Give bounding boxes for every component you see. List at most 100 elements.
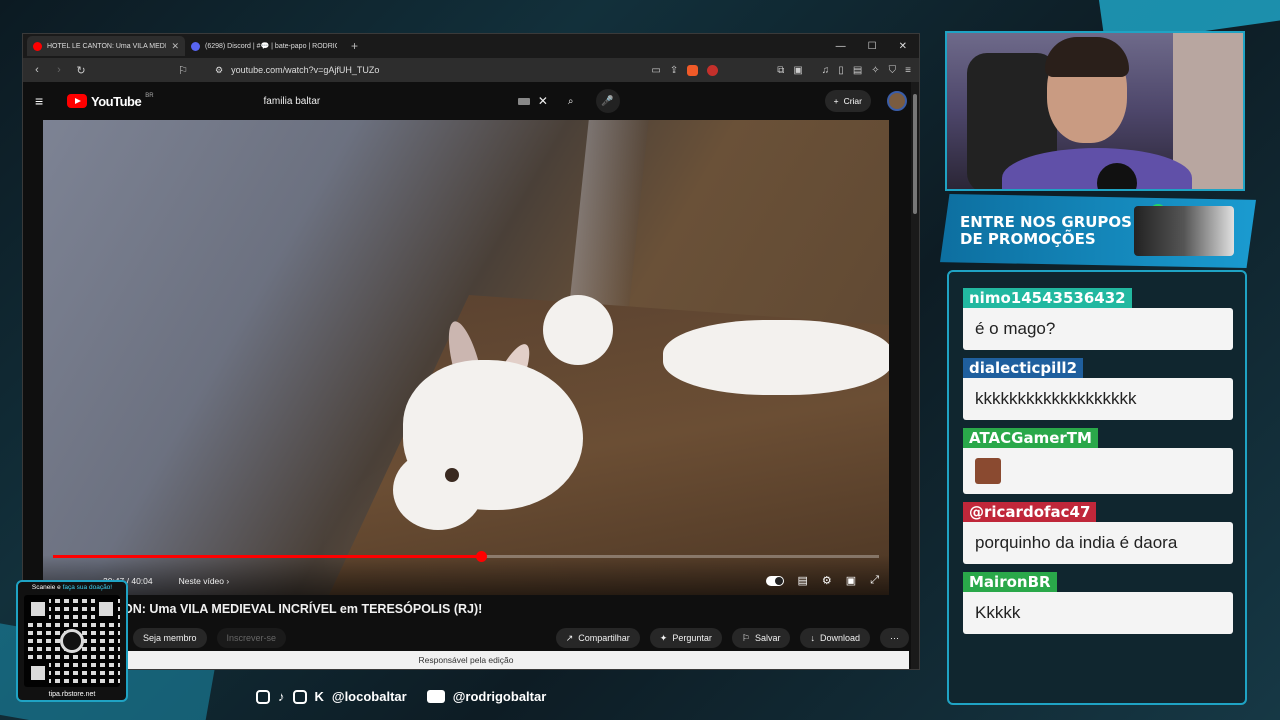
avatar[interactable] (887, 91, 907, 111)
chat-username: dialecticpill2 (963, 358, 1084, 378)
more-actions-button[interactable]: ⋯ (880, 628, 909, 648)
youtube-page: ≡ YouTube BR familia baltar ✕ ⌕ 🎤 + Cria… (23, 82, 919, 669)
chapters-label: Neste vídeo (178, 575, 225, 586)
clear-search-icon[interactable]: ✕ (538, 94, 548, 108)
youtube-play-icon (67, 94, 87, 108)
youtube-logo[interactable]: YouTube BR (67, 93, 154, 109)
donation-qr-panel: Scaneie e faça sua doação! tipa.rbstore.… (16, 580, 128, 702)
cast-icon[interactable]: ▭ (651, 65, 660, 76)
youtube-header: ≡ YouTube BR familia baltar ✕ ⌕ 🎤 + Cria… (23, 82, 919, 120)
twitch-icon (292, 689, 307, 704)
scrollbar-thumb[interactable] (913, 94, 917, 214)
scrollbar[interactable] (911, 82, 919, 669)
extensions: ▭ ⇪ ⧉ ▣ ♫ ▯ ▤ ✧ ⛉ ≡ (651, 64, 911, 76)
download-icon: ↓ (810, 633, 815, 643)
qr-finder (27, 598, 49, 620)
keyboard-icon[interactable] (517, 97, 530, 105)
chat-username: MaironBR (963, 572, 1057, 592)
subscribe-label: Inscrever-se (226, 633, 277, 643)
download-label: Download (819, 633, 860, 643)
site-info-icon[interactable]: ⚙ (215, 65, 223, 76)
close-tab-icon[interactable]: ✕ (171, 41, 179, 52)
microphone-icon[interactable]: 🎤 (595, 89, 620, 113)
sparkle-icon: ✦ (659, 632, 668, 643)
progress-bar[interactable] (53, 551, 879, 562)
instagram-icon (256, 689, 270, 704)
miniplayer-icon[interactable]: ▣ (846, 574, 856, 587)
search-icon[interactable]: ⌕ (568, 96, 574, 107)
join-button[interactable]: Seja membro (133, 628, 207, 648)
chat-username: nimo14543536432 (963, 288, 1132, 308)
maximize-icon[interactable]: ☐ (868, 41, 877, 52)
download-button[interactable]: ↓ Download (800, 628, 870, 648)
qr-logo (60, 629, 84, 653)
edit-credit-bar: Responsável pela edição (23, 651, 909, 669)
menu-icon[interactable]: ≡ (905, 65, 911, 76)
extension-icon[interactable]: ⧉ (777, 65, 784, 76)
qr-url: tipa.rbstore.net (48, 691, 96, 698)
music-icon[interactable]: ♫ (822, 65, 830, 76)
cam-streamer-hair (1045, 37, 1129, 77)
chat-message: MaironBR Kkkkk (963, 572, 1233, 634)
minimize-icon[interactable]: — (836, 41, 846, 52)
save-button[interactable]: ⚐ Salvar (731, 628, 791, 648)
screenshot-icon[interactable]: ▣ (793, 65, 802, 76)
close-window-icon[interactable]: ✕ (899, 41, 907, 52)
youtube-favicon-icon (33, 41, 42, 51)
promo-line-2: DE PROMOÇÕES (960, 230, 1096, 248)
settings-icon[interactable]: ⚙ (822, 574, 832, 587)
autoplay-toggle[interactable] (765, 575, 784, 586)
chat-text: é o mago? (963, 308, 1233, 350)
scrubber-handle[interactable] (475, 551, 487, 562)
share-icon[interactable]: ⇪ (670, 65, 678, 76)
plus-icon: + (833, 96, 839, 106)
back-icon[interactable]: ‹ (31, 64, 43, 76)
handle-rodrigobaltar: @rodrigobaltar (452, 689, 547, 704)
search-value: familia baltar (263, 95, 321, 107)
ask-button[interactable]: ✦ Perguntar (649, 628, 722, 648)
discord-favicon-icon (191, 41, 200, 51)
wallet-icon[interactable]: ▤ (853, 65, 862, 76)
video-rabbit-head (393, 450, 483, 530)
url-field[interactable]: ⚙ youtube.com/watch?v=gAjfUH_TUZo (207, 61, 637, 79)
vpn-icon[interactable]: ⛉ (889, 65, 897, 76)
video-rabbit (543, 295, 613, 365)
chat-username: ATACGamerTM (963, 428, 1098, 448)
qr-finder (27, 662, 49, 684)
search-input[interactable]: familia baltar ✕ ⌕ (254, 89, 584, 113)
handle-locobaltar: @locobaltar (331, 689, 407, 704)
tab-discord[interactable]: (6298) Discord | #💬 | bate-papo | RODRIG… (185, 36, 343, 56)
join-label: Seja membro (143, 633, 197, 643)
share-button[interactable]: ↗ Compartilhar (555, 628, 640, 648)
brave-shield-icon[interactable] (687, 64, 699, 76)
chapters-button[interactable]: Neste vídeo › (179, 576, 230, 586)
player-right-controls: ▤ ⚙ ▣ ⤢ (765, 574, 879, 587)
video-player[interactable]: 20:47 / 40:04 Neste vídeo › ▤ ⚙ ▣ ⤢ (43, 120, 889, 595)
url-text: youtube.com/watch?v=gAjfUH_TUZo (231, 65, 380, 75)
qr-finder (95, 598, 117, 620)
leo-icon[interactable]: ✧ (871, 65, 879, 76)
qr-code (24, 595, 120, 687)
share-arrow-icon: ↗ (565, 632, 574, 643)
reload-icon[interactable]: ↻ (75, 64, 87, 77)
logo-text: YouTube (91, 93, 142, 109)
create-button[interactable]: + Criar (824, 90, 871, 112)
chat-message: dialecticpill2 kkkkkkkkkkkkkkkkkkk (963, 358, 1233, 420)
chat-text: kkkkkkkkkkkkkkkkkkk (963, 378, 1233, 420)
bookmark-icon[interactable]: ⚐ (177, 64, 189, 77)
subtitles-icon[interactable]: ▤ (798, 574, 808, 587)
rewards-icon[interactable] (707, 64, 719, 76)
new-tab-button[interactable]: + (343, 39, 366, 53)
hamburger-menu-icon[interactable]: ≡ (35, 93, 55, 109)
forward-icon[interactable]: › (53, 64, 65, 76)
tab-youtube[interactable]: HOTEL LE CANTON: Uma VILA MEDIEVAL ✕ (27, 36, 185, 56)
sidebar-icon[interactable]: ▯ (838, 65, 844, 76)
progress-fill (53, 555, 481, 558)
webcam-feed (945, 31, 1245, 191)
emote-icon (975, 458, 1001, 484)
tiktok-icon: ♪ (278, 689, 285, 704)
qr-caption-b: faça sua doação! (62, 584, 113, 591)
fullscreen-icon[interactable]: ⤢ (870, 574, 879, 587)
subscribe-button[interactable]: Inscrever-se (216, 628, 287, 648)
promo-text: ENTRE NOS GRUPOS DE PROMOÇÕES (960, 214, 1132, 248)
